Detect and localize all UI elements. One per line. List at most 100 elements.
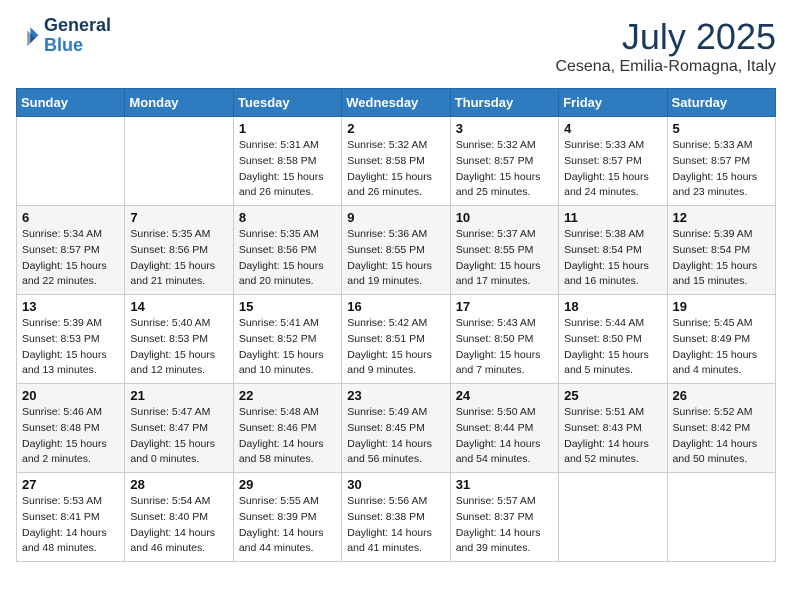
day-number: 1 (239, 121, 336, 136)
calendar-cell: 20 Sunrise: 5:46 AM Sunset: 8:48 PM Dayli… (17, 384, 125, 473)
day-info: Sunrise: 5:35 AM Sunset: 8:56 PM Dayligh… (130, 227, 227, 290)
day-number: 21 (130, 388, 227, 403)
calendar-week-row: 6 Sunrise: 5:34 AM Sunset: 8:57 PM Daylig… (17, 206, 776, 295)
calendar-cell: 19 Sunrise: 5:45 AM Sunset: 8:49 PM Dayli… (667, 295, 775, 384)
calendar-header-row: SundayMondayTuesdayWednesdayThursdayFrid… (17, 89, 776, 117)
day-info: Sunrise: 5:40 AM Sunset: 8:53 PM Dayligh… (130, 316, 227, 379)
calendar-cell: 29Sunrise: 5:55 AM Sunset: 8:39 PM Dayli… (233, 473, 341, 562)
day-info: Sunrise: 5:32 AM Sunset: 8:58 PM Dayligh… (347, 138, 444, 201)
calendar-cell: 8 Sunrise: 5:35 AM Sunset: 8:56 PM Daylig… (233, 206, 341, 295)
day-number: 19 (673, 299, 770, 314)
calendar-cell: 30 Sunrise: 5:56 AM Sunset: 8:38 PM Dayli… (342, 473, 450, 562)
day-info: Sunrise: 5:55 AM Sunset: 8:39 PM Dayligh… (239, 494, 336, 557)
calendar-cell: 16Sunrise: 5:42 AM Sunset: 8:51 PM Dayli… (342, 295, 450, 384)
calendar-cell: 6 Sunrise: 5:34 AM Sunset: 8:57 PM Daylig… (17, 206, 125, 295)
day-number: 14 (130, 299, 227, 314)
day-number: 3 (456, 121, 553, 136)
calendar-week-row: 1 Sunrise: 5:31 AM Sunset: 8:58 PM Daylig… (17, 117, 776, 206)
calendar-cell: 15Sunrise: 5:41 AM Sunset: 8:52 PM Dayli… (233, 295, 341, 384)
day-number: 4 (564, 121, 661, 136)
calendar-cell: 13Sunrise: 5:39 AM Sunset: 8:53 PM Dayli… (17, 295, 125, 384)
day-number: 17 (456, 299, 553, 314)
calendar-cell: 27Sunrise: 5:53 AM Sunset: 8:41 PM Dayli… (17, 473, 125, 562)
day-number: 24 (456, 388, 553, 403)
calendar-cell (125, 117, 233, 206)
day-info: Sunrise: 5:53 AM Sunset: 8:41 PM Dayligh… (22, 494, 119, 557)
calendar-cell (559, 473, 667, 562)
calendar-cell: 25 Sunrise: 5:51 AM Sunset: 8:43 PM Dayli… (559, 384, 667, 473)
day-of-week-header: Thursday (450, 89, 558, 117)
day-info: Sunrise: 5:49 AM Sunset: 8:45 PM Dayligh… (347, 405, 444, 468)
day-of-week-header: Sunday (17, 89, 125, 117)
day-number: 23 (347, 388, 444, 403)
calendar-cell: 10 Sunrise: 5:37 AM Sunset: 8:55 PM Dayli… (450, 206, 558, 295)
calendar-week-row: 27Sunrise: 5:53 AM Sunset: 8:41 PM Dayli… (17, 473, 776, 562)
day-info: Sunrise: 5:46 AM Sunset: 8:48 PM Dayligh… (22, 405, 119, 468)
calendar-cell: 11 Sunrise: 5:38 AM Sunset: 8:54 PM Dayli… (559, 206, 667, 295)
day-of-week-header: Saturday (667, 89, 775, 117)
calendar-table: SundayMondayTuesdayWednesdayThursdayFrid… (16, 88, 776, 562)
day-info: Sunrise: 5:48 AM Sunset: 8:46 PM Dayligh… (239, 405, 336, 468)
title-block: July 2025 Cesena, Emilia-Romagna, Italy (555, 16, 776, 76)
page-header: General Blue July 2025 Cesena, Emilia-Ro… (16, 16, 776, 76)
day-of-week-header: Monday (125, 89, 233, 117)
calendar-cell: 17 Sunrise: 5:43 AM Sunset: 8:50 PM Dayli… (450, 295, 558, 384)
calendar-cell: 2Sunrise: 5:32 AM Sunset: 8:58 PM Daylig… (342, 117, 450, 206)
day-number: 12 (673, 210, 770, 225)
day-info: Sunrise: 5:32 AM Sunset: 8:57 PM Dayligh… (456, 138, 553, 201)
day-number: 10 (456, 210, 553, 225)
day-info: Sunrise: 5:57 AM Sunset: 8:37 PM Dayligh… (456, 494, 553, 557)
day-info: Sunrise: 5:52 AM Sunset: 8:42 PM Dayligh… (673, 405, 770, 468)
day-number: 20 (22, 388, 119, 403)
calendar-cell: 31Sunrise: 5:57 AM Sunset: 8:37 PM Dayli… (450, 473, 558, 562)
day-info: Sunrise: 5:56 AM Sunset: 8:38 PM Dayligh… (347, 494, 444, 557)
day-number: 22 (239, 388, 336, 403)
calendar-cell: 12Sunrise: 5:39 AM Sunset: 8:54 PM Dayli… (667, 206, 775, 295)
logo-icon (16, 24, 40, 48)
day-number: 6 (22, 210, 119, 225)
day-info: Sunrise: 5:43 AM Sunset: 8:50 PM Dayligh… (456, 316, 553, 379)
day-number: 28 (130, 477, 227, 492)
day-info: Sunrise: 5:35 AM Sunset: 8:56 PM Dayligh… (239, 227, 336, 290)
day-info: Sunrise: 5:37 AM Sunset: 8:55 PM Dayligh… (456, 227, 553, 290)
calendar-cell: 28 Sunrise: 5:54 AM Sunset: 8:40 PM Dayli… (125, 473, 233, 562)
day-number: 8 (239, 210, 336, 225)
calendar-cell: 26 Sunrise: 5:52 AM Sunset: 8:42 PM Dayli… (667, 384, 775, 473)
day-info: Sunrise: 5:54 AM Sunset: 8:40 PM Dayligh… (130, 494, 227, 557)
month-title: July 2025 (555, 16, 776, 58)
day-number: 11 (564, 210, 661, 225)
day-number: 7 (130, 210, 227, 225)
day-info: Sunrise: 5:31 AM Sunset: 8:58 PM Dayligh… (239, 138, 336, 201)
day-of-week-header: Wednesday (342, 89, 450, 117)
logo-text: General Blue (44, 16, 111, 56)
logo: General Blue (16, 16, 111, 56)
calendar-week-row: 20 Sunrise: 5:46 AM Sunset: 8:48 PM Dayli… (17, 384, 776, 473)
day-number: 26 (673, 388, 770, 403)
calendar-cell: 3 Sunrise: 5:32 AM Sunset: 8:57 PM Daylig… (450, 117, 558, 206)
calendar-cell: 4Sunrise: 5:33 AM Sunset: 8:57 PM Daylig… (559, 117, 667, 206)
calendar-cell: 9Sunrise: 5:36 AM Sunset: 8:55 PM Daylig… (342, 206, 450, 295)
day-number: 16 (347, 299, 444, 314)
day-info: Sunrise: 5:38 AM Sunset: 8:54 PM Dayligh… (564, 227, 661, 290)
calendar-cell: 22 Sunrise: 5:48 AM Sunset: 8:46 PM Dayli… (233, 384, 341, 473)
calendar-cell (17, 117, 125, 206)
day-number: 9 (347, 210, 444, 225)
logo-general: General (44, 15, 111, 35)
day-number: 25 (564, 388, 661, 403)
location-title: Cesena, Emilia-Romagna, Italy (555, 58, 776, 76)
calendar-cell: 21 Sunrise: 5:47 AM Sunset: 8:47 PM Dayli… (125, 384, 233, 473)
day-info: Sunrise: 5:50 AM Sunset: 8:44 PM Dayligh… (456, 405, 553, 468)
day-info: Sunrise: 5:45 AM Sunset: 8:49 PM Dayligh… (673, 316, 770, 379)
day-info: Sunrise: 5:34 AM Sunset: 8:57 PM Dayligh… (22, 227, 119, 290)
day-info: Sunrise: 5:47 AM Sunset: 8:47 PM Dayligh… (130, 405, 227, 468)
day-info: Sunrise: 5:44 AM Sunset: 8:50 PM Dayligh… (564, 316, 661, 379)
calendar-cell: 18 Sunrise: 5:44 AM Sunset: 8:50 PM Dayli… (559, 295, 667, 384)
day-info: Sunrise: 5:41 AM Sunset: 8:52 PM Dayligh… (239, 316, 336, 379)
calendar-cell: 7 Sunrise: 5:35 AM Sunset: 8:56 PM Daylig… (125, 206, 233, 295)
day-info: Sunrise: 5:51 AM Sunset: 8:43 PM Dayligh… (564, 405, 661, 468)
day-number: 18 (564, 299, 661, 314)
calendar-cell (667, 473, 775, 562)
calendar-cell: 5Sunrise: 5:33 AM Sunset: 8:57 PM Daylig… (667, 117, 775, 206)
calendar-cell: 1 Sunrise: 5:31 AM Sunset: 8:58 PM Daylig… (233, 117, 341, 206)
day-number: 30 (347, 477, 444, 492)
